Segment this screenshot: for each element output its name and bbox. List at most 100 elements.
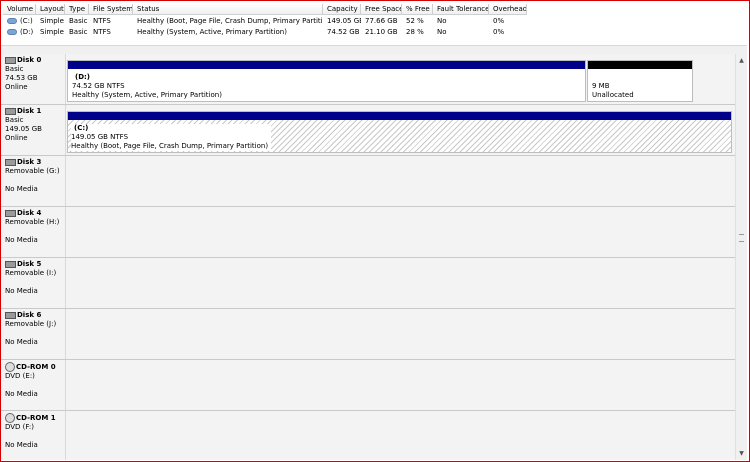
disk-type: Removable (J:) — [5, 320, 57, 328]
disk-type: Removable (G:) — [5, 167, 60, 175]
disk-size: 74.53 GB — [5, 74, 38, 82]
header-layout[interactable]: Layout — [36, 4, 65, 15]
table-row[interactable]: (D:) Simple Basic NTFS Healthy (System, … — [1, 27, 747, 38]
header-percent-free[interactable]: % Free — [402, 4, 433, 15]
partition-d[interactable]: (D:) 74.52 GB NTFS Healthy (System, Acti… — [67, 60, 586, 102]
disk-state: No Media — [5, 390, 38, 398]
header-status[interactable]: Status — [133, 4, 323, 15]
cell-percent-free: 28 % — [406, 28, 424, 36]
cell-file-system: NTFS — [93, 28, 111, 36]
scroll-down-icon[interactable]: ▼ — [737, 449, 746, 458]
removable-disk-icon — [5, 158, 16, 166]
disk-row-6[interactable]: Disk 6 Removable (J:) No Media — [1, 309, 736, 360]
divider — [65, 258, 66, 308]
disk-type: Basic — [5, 116, 24, 124]
header-free-space[interactable]: Free Space — [361, 4, 402, 15]
scroll-up-icon[interactable]: ▲ — [737, 56, 746, 65]
disk-row-5[interactable]: Disk 5 Removable (I:) No Media — [1, 258, 736, 309]
disk-label[interactable]: Disk 6 Removable (J:) No Media — [5, 311, 63, 357]
disk-label[interactable]: CD-ROM 0 DVD (E:) No Media — [5, 362, 63, 408]
cell-status: Healthy (System, Active, Primary Partiti… — [137, 28, 287, 36]
vertical-scrollbar[interactable]: ▲ ▼ — [735, 54, 747, 460]
cell-fault-tolerance: No — [437, 28, 447, 36]
disk-name: Disk 5 — [17, 260, 42, 268]
cdrom-row-0[interactable]: CD-ROM 0 DVD (E:) No Media — [1, 360, 736, 411]
header-overhead[interactable]: Overhead — [489, 4, 527, 15]
disk-state: No Media — [5, 441, 38, 449]
disk-row-0[interactable]: Disk 0 Basic 74.53 GB Online (D:) 74.52 … — [1, 54, 736, 105]
table-row[interactable]: (C:) Simple Basic NTFS Healthy (Boot, Pa… — [1, 16, 747, 27]
disk-graphical-view[interactable]: Disk 0 Basic 74.53 GB Online (D:) 74.52 … — [1, 54, 747, 460]
disk-name: CD-ROM 0 — [16, 363, 56, 371]
disk-name: Disk 4 — [17, 209, 42, 217]
disk-label[interactable]: Disk 4 Removable (H:) No Media — [5, 209, 63, 255]
disk-type: Removable (I:) — [5, 269, 57, 277]
cell-layout: Simple — [40, 17, 64, 25]
disk-name: Disk 3 — [17, 158, 42, 166]
divider — [65, 105, 66, 155]
disk-label[interactable]: CD-ROM 1 DVD (F:) No Media — [5, 413, 63, 459]
divider — [65, 156, 66, 206]
cell-percent-free: 52 % — [406, 17, 424, 25]
volume-list-header: Volume Layout Type File System Status Ca… — [1, 4, 747, 15]
disk-type: DVD (F:) — [5, 423, 34, 431]
divider — [65, 411, 66, 460]
disk-type: DVD (E:) — [5, 372, 35, 380]
cell-type: Basic — [69, 28, 88, 36]
disk-type: Basic — [5, 65, 24, 73]
disk-name: Disk 0 — [17, 56, 42, 64]
disk-name: Disk 1 — [17, 107, 42, 115]
disk-label[interactable]: Disk 3 Removable (G:) No Media — [5, 158, 63, 204]
hard-disk-icon — [5, 56, 16, 64]
disk-name: CD-ROM 1 — [16, 414, 56, 422]
cell-overhead: 0% — [493, 17, 505, 25]
disk-row-4[interactable]: Disk 4 Removable (H:) No Media — [1, 207, 736, 258]
partition-size: 74.52 GB NTFS — [72, 82, 125, 90]
cell-free-space: 77.66 GB — [365, 17, 398, 25]
disk-label[interactable]: Disk 1 Basic 149.05 GB Online — [5, 107, 63, 153]
hard-disk-icon — [5, 107, 16, 115]
cdrom-row-1[interactable]: CD-ROM 1 DVD (F:) No Media — [1, 411, 736, 460]
partition-size: 149.05 GB NTFS — [71, 133, 129, 141]
disk-state: No Media — [5, 185, 38, 193]
removable-disk-icon — [5, 260, 16, 268]
partition-status: Healthy (Boot, Page File, Crash Dump, Pr… — [71, 142, 269, 150]
cell-file-system: NTFS — [93, 17, 111, 25]
cd-rom-icon — [5, 362, 15, 372]
disk-size: 149.05 GB — [5, 125, 42, 133]
partition-title: (C:) — [74, 124, 89, 132]
volume-icon — [7, 18, 17, 24]
header-file-system[interactable]: File System — [89, 4, 133, 15]
volume-list[interactable]: Volume Layout Type File System Status Ca… — [1, 1, 747, 44]
divider — [65, 207, 66, 257]
header-volume[interactable]: Volume — [3, 4, 36, 15]
partition-size: 9 MB — [592, 82, 610, 90]
disk-label[interactable]: Disk 0 Basic 74.53 GB Online — [5, 56, 63, 102]
cell-capacity: 149.05 GB — [327, 17, 361, 25]
header-capacity[interactable]: Capacity — [323, 4, 361, 15]
cd-rom-icon — [5, 413, 15, 423]
disk-state: Online — [5, 134, 28, 142]
partition-c[interactable]: (C:) 149.05 GB NTFS Healthy (Boot, Page … — [67, 111, 732, 153]
divider — [65, 309, 66, 359]
cell-type: Basic — [69, 17, 88, 25]
cell-status: Healthy (Boot, Page File, Crash Dump, Pr… — [137, 17, 323, 25]
cell-free-space: 21.10 GB — [365, 28, 398, 36]
primary-partition-bar — [68, 61, 585, 69]
primary-partition-bar — [68, 112, 731, 120]
cell-volume: (C:) — [20, 17, 33, 25]
disk-state: Online — [5, 83, 28, 91]
disk-row-1[interactable]: Disk 1 Basic 149.05 GB Online (C:) 149.0… — [1, 105, 736, 156]
header-fault-tolerance[interactable]: Fault Tolerance — [433, 4, 489, 15]
removable-disk-icon — [5, 311, 16, 319]
partition-unallocated[interactable]: 9 MB Unallocated — [587, 60, 693, 102]
header-type[interactable]: Type — [65, 4, 89, 15]
cell-volume: (D:) — [20, 28, 34, 36]
disk-row-3[interactable]: Disk 3 Removable (G:) No Media — [1, 156, 736, 207]
scroll-thumb[interactable] — [739, 234, 744, 242]
disk-name: Disk 6 — [17, 311, 42, 319]
disk-type: Removable (H:) — [5, 218, 60, 226]
disk-label[interactable]: Disk 5 Removable (I:) No Media — [5, 260, 63, 306]
disk-state: No Media — [5, 236, 38, 244]
partition-status: Healthy (System, Active, Primary Partiti… — [72, 91, 222, 99]
